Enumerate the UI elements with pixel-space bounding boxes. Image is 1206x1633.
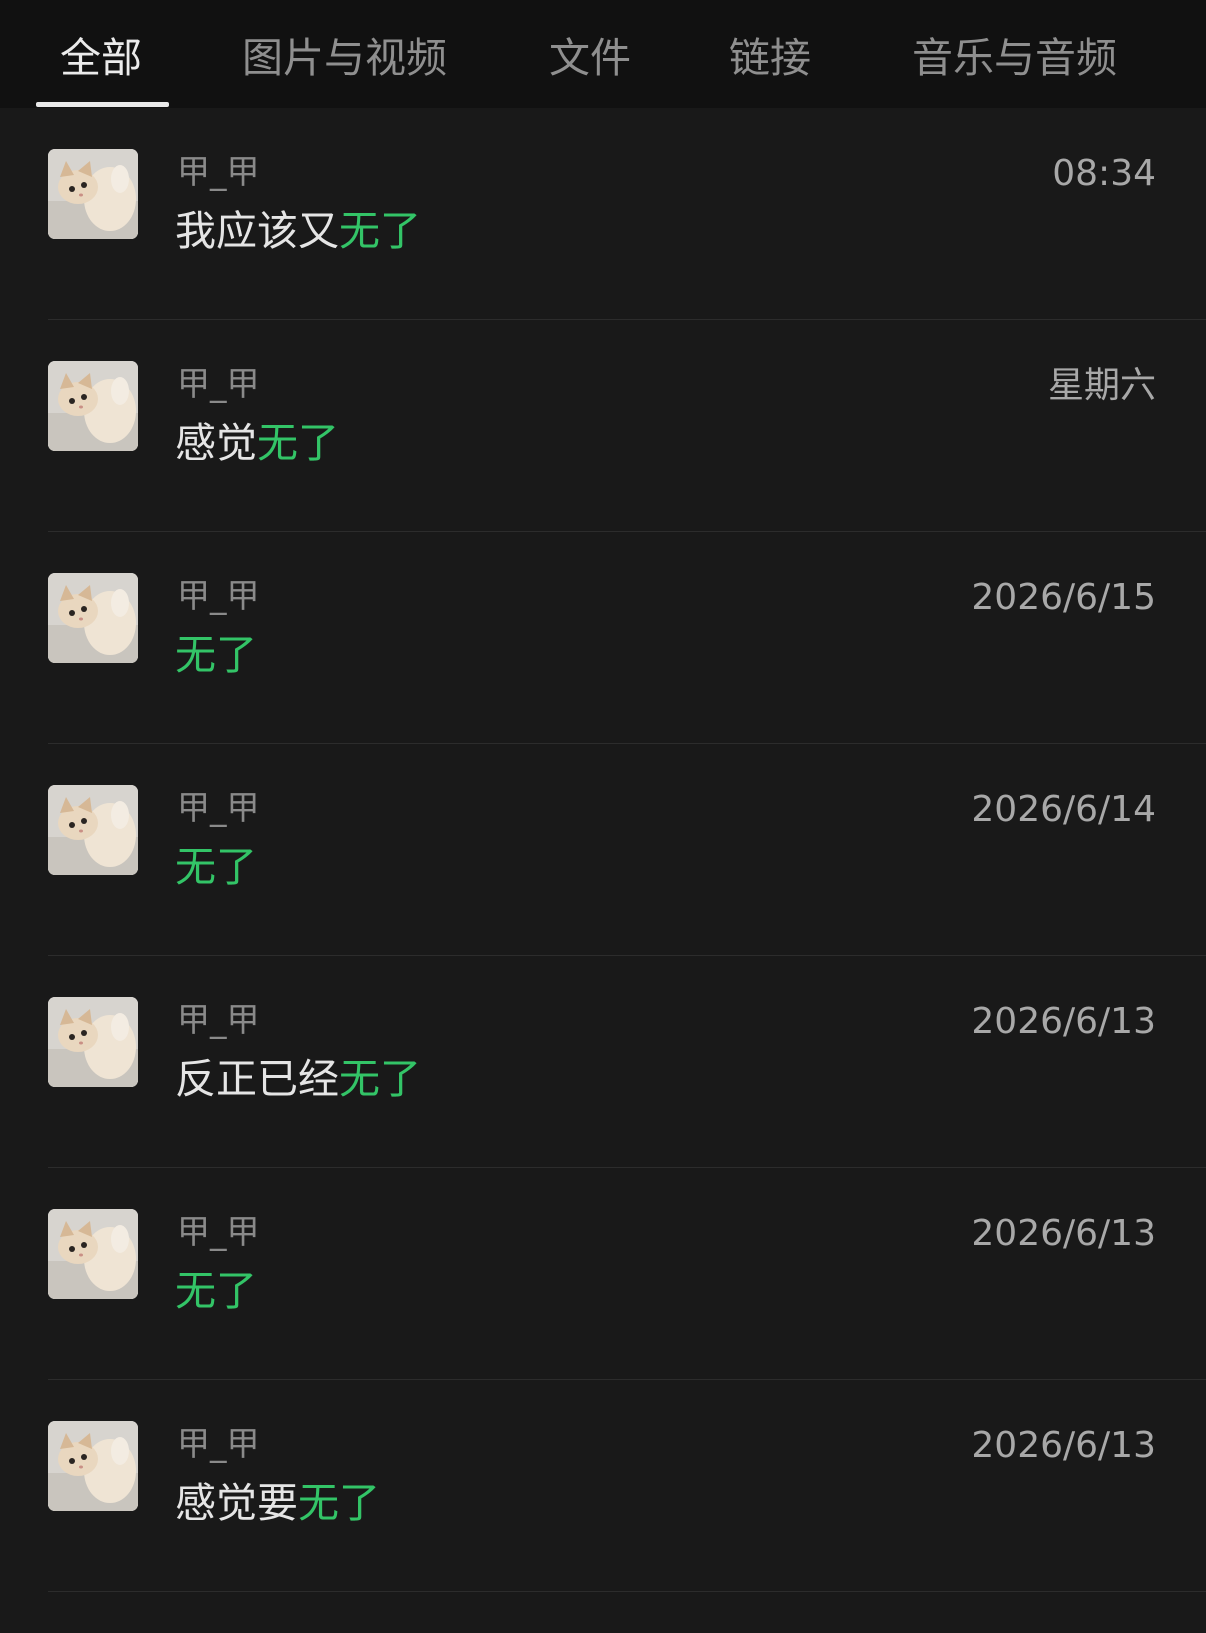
cat-avatar-image bbox=[48, 785, 138, 875]
sender-name: 甲_甲 bbox=[177, 152, 260, 191]
message-text: 感觉要 bbox=[175, 1479, 298, 1527]
avatar[interactable] bbox=[48, 997, 138, 1087]
cat-avatar-image bbox=[48, 149, 138, 239]
avatar[interactable] bbox=[48, 1421, 138, 1511]
result-item[interactable]: 甲_甲 无了 2026/6/15 bbox=[0, 532, 1206, 744]
avatar[interactable] bbox=[48, 149, 138, 239]
avatar[interactable] bbox=[48, 573, 138, 663]
search-highlight: 无了 bbox=[175, 1267, 257, 1315]
result-item[interactable]: 甲_甲 感觉无了 星期六 bbox=[0, 320, 1206, 532]
sender-name: 甲_甲 bbox=[177, 788, 260, 827]
avatar[interactable] bbox=[48, 361, 138, 451]
sender-name: 甲_甲 bbox=[177, 1424, 260, 1463]
message-time: 2026/6/14 bbox=[971, 789, 1156, 830]
sender-name: 甲_甲 bbox=[177, 364, 260, 403]
message-snippet: 我应该又无了 bbox=[175, 206, 421, 256]
search-highlight: 无了 bbox=[175, 631, 257, 679]
search-highlight: 无了 bbox=[298, 1479, 380, 1527]
message-snippet: 反正已经无了 bbox=[175, 1054, 421, 1104]
tab-all[interactable]: 全部 bbox=[60, 34, 142, 82]
cat-avatar-image bbox=[48, 1421, 138, 1511]
tab-music-audio[interactable]: 音乐与音频 bbox=[912, 34, 1117, 82]
avatar[interactable] bbox=[48, 1209, 138, 1299]
search-highlight: 无了 bbox=[339, 207, 421, 255]
message-snippet: 感觉要无了 bbox=[175, 1478, 380, 1528]
message-snippet: 无了 bbox=[175, 1266, 257, 1316]
message-time: 2026/6/13 bbox=[971, 1213, 1156, 1254]
search-highlight: 无了 bbox=[339, 1055, 421, 1103]
result-item[interactable]: 甲_甲 感觉要无了 2026/6/13 bbox=[0, 1380, 1206, 1592]
message-snippet: 无了 bbox=[175, 630, 257, 680]
search-highlight: 无了 bbox=[257, 419, 339, 467]
message-time: 星期六 bbox=[1047, 365, 1156, 406]
result-item[interactable]: 甲_甲 无了 2026/6/14 bbox=[0, 744, 1206, 956]
sender-name: 甲_甲 bbox=[177, 1000, 260, 1039]
result-item[interactable]: 甲_甲 我应该又无了 08:34 bbox=[0, 108, 1206, 320]
message-snippet: 无了 bbox=[175, 842, 257, 892]
search-highlight: 无了 bbox=[175, 843, 257, 891]
message-text: 我应该又 bbox=[175, 207, 339, 255]
message-text: 反正已经 bbox=[175, 1055, 339, 1103]
tab-files[interactable]: 文件 bbox=[549, 34, 631, 82]
tab-links[interactable]: 链接 bbox=[729, 34, 811, 82]
result-item[interactable]: 甲_甲 无了 2026/6/13 bbox=[0, 1168, 1206, 1380]
message-time: 2026/6/13 bbox=[971, 1425, 1156, 1466]
message-time: 2026/6/13 bbox=[971, 1001, 1156, 1042]
cat-avatar-image bbox=[48, 1209, 138, 1299]
avatar[interactable] bbox=[48, 785, 138, 875]
message-snippet: 感觉无了 bbox=[175, 418, 339, 468]
active-tab-indicator bbox=[36, 102, 169, 107]
filter-tab-bar: 全部 图片与视频 文件 链接 音乐与音频 bbox=[0, 0, 1206, 108]
divider bbox=[48, 1591, 1206, 1592]
sender-name: 甲_甲 bbox=[177, 1212, 260, 1251]
tab-photos-videos[interactable]: 图片与视频 bbox=[242, 34, 447, 82]
message-time: 2026/6/15 bbox=[971, 577, 1156, 618]
message-time: 08:34 bbox=[1052, 153, 1156, 194]
cat-avatar-image bbox=[48, 361, 138, 451]
result-item[interactable]: 甲_甲 反正已经无了 2026/6/13 bbox=[0, 956, 1206, 1168]
cat-avatar-image bbox=[48, 997, 138, 1087]
cat-avatar-image bbox=[48, 573, 138, 663]
message-text: 感觉 bbox=[175, 419, 257, 467]
search-results-list: 甲_甲 我应该又无了 08:34 甲_甲 感觉无了 星期六 甲_甲 无了 202… bbox=[0, 108, 1206, 1592]
sender-name: 甲_甲 bbox=[177, 576, 260, 615]
